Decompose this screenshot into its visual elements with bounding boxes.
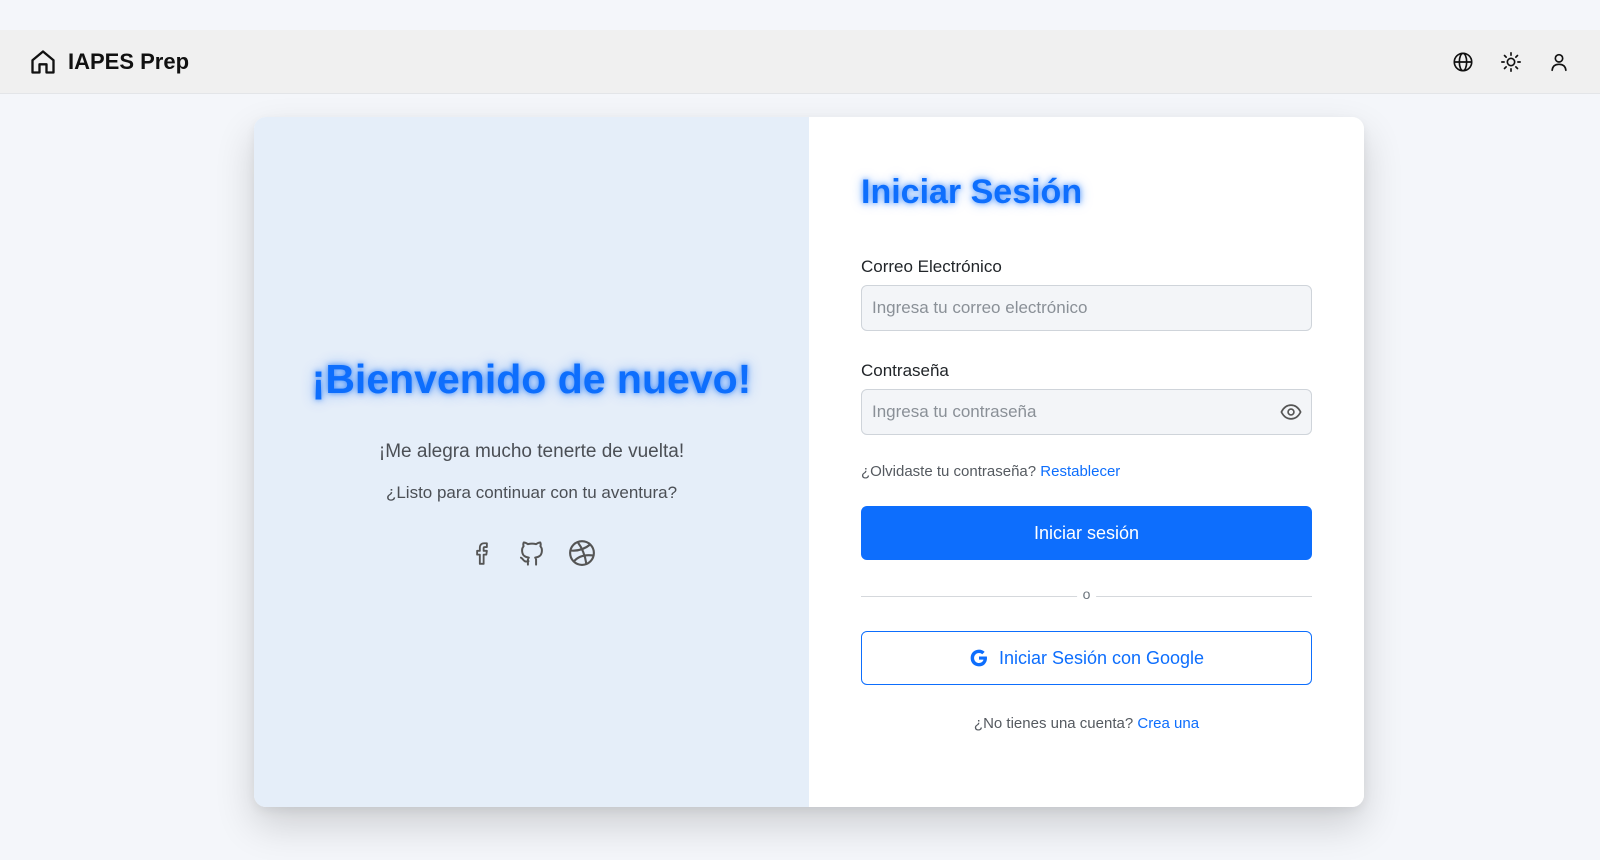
login-form-panel: Iniciar Sesión Correo Electrónico Contra… xyxy=(809,117,1364,807)
login-card: ¡Bienvenido de nuevo! ¡Me alegra mucho t… xyxy=(254,117,1364,807)
dribbble-icon[interactable] xyxy=(566,537,598,569)
brand-link[interactable]: IAPES Prep xyxy=(28,47,189,77)
social-links xyxy=(466,537,598,569)
sun-icon[interactable] xyxy=(1498,49,1524,75)
or-divider: o xyxy=(861,584,1312,608)
email-label: Correo Electrónico xyxy=(861,257,1002,276)
home-icon[interactable] xyxy=(28,47,58,77)
welcome-subtitle: ¡Me alegra mucho tenerte de vuelta! xyxy=(378,440,685,462)
login-button[interactable]: Iniciar sesión xyxy=(861,506,1312,560)
github-icon[interactable] xyxy=(516,537,548,569)
globe-icon[interactable] xyxy=(1450,49,1476,75)
welcome-heading: ¡Bienvenido de nuevo! xyxy=(311,355,752,402)
brand-name[interactable]: IAPES Prep xyxy=(68,49,189,75)
signup-row: ¿No tienes una cuenta? Crea una xyxy=(861,715,1312,732)
user-icon[interactable] xyxy=(1546,49,1572,75)
email-field-wrapper xyxy=(861,285,1312,331)
eye-icon[interactable] xyxy=(1280,401,1302,423)
google-icon xyxy=(970,649,987,667)
google-login-button[interactable]: Iniciar Sesión con Google xyxy=(861,631,1312,685)
forgot-password-row: ¿Olvidaste tu contraseña? Restablecer xyxy=(861,463,1312,480)
welcome-tagline: ¿Listo para continuar con tu aventura? xyxy=(385,482,678,502)
navbar-actions xyxy=(1450,49,1572,75)
welcome-panel: ¡Bienvenido de nuevo! ¡Me alegra mucho t… xyxy=(254,117,809,807)
reset-password-link[interactable]: Restablecer xyxy=(1040,463,1120,480)
facebook-icon[interactable] xyxy=(466,537,498,569)
password-field-wrapper xyxy=(861,389,1312,435)
password-input[interactable] xyxy=(861,389,1312,435)
forgot-password-text: ¿Olvidaste tu contraseña? xyxy=(861,463,1037,480)
password-label: Contraseña xyxy=(861,361,949,380)
login-title: Iniciar Sesión xyxy=(861,173,1083,211)
navbar: IAPES Prep xyxy=(0,30,1600,94)
top-strip xyxy=(0,0,1600,30)
signup-text: ¿No tienes una cuenta? xyxy=(973,715,1134,732)
email-input[interactable] xyxy=(861,285,1312,331)
google-login-label: Iniciar Sesión con Google xyxy=(998,647,1205,668)
create-account-link[interactable]: Crea una xyxy=(1137,715,1199,732)
divider-text: o xyxy=(1076,586,1097,602)
